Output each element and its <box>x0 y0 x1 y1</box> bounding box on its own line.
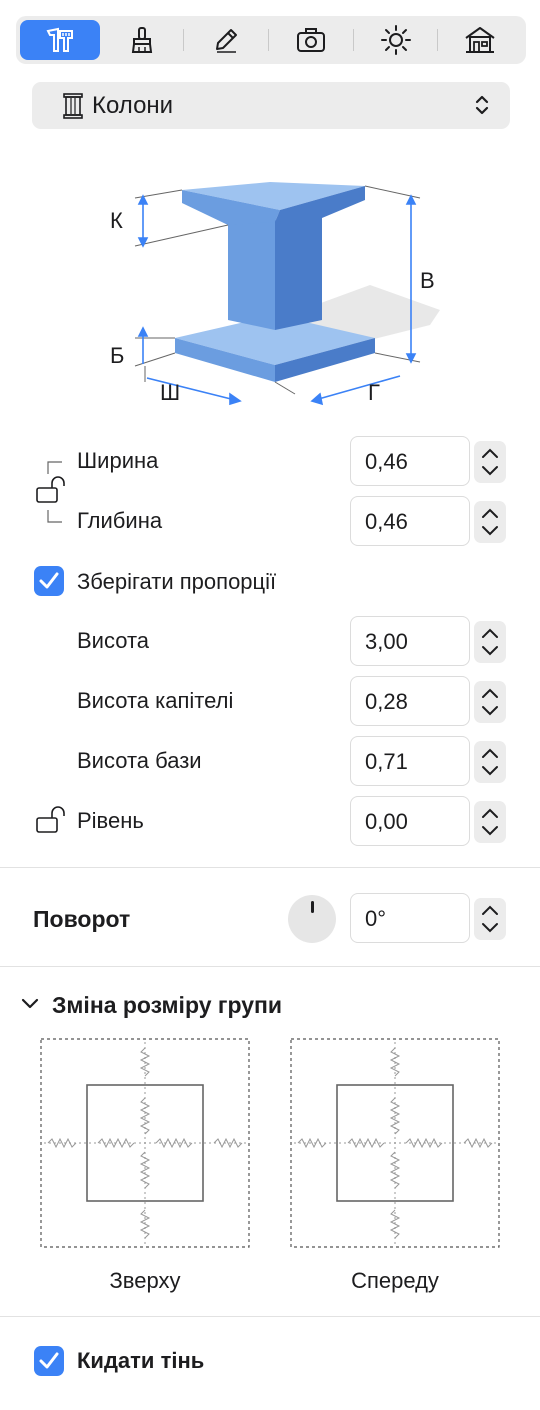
stepper-down-icon[interactable] <box>480 765 500 777</box>
height-stepper[interactable] <box>474 621 506 663</box>
column-shaft-right <box>275 215 322 330</box>
building-icon <box>465 27 495 53</box>
stepper-up-icon[interactable] <box>480 507 500 519</box>
diagram-label-height: В <box>420 268 435 293</box>
stepper-down-icon[interactable] <box>480 525 500 537</box>
resize-front-caption: Спереду <box>351 1268 439 1293</box>
capital-height-stepper[interactable] <box>474 681 506 723</box>
level-stepper[interactable] <box>474 801 506 843</box>
object-type-label: Колони <box>92 91 174 119</box>
tab-camera[interactable] <box>269 20 353 60</box>
rotation-row: 0° <box>0 893 540 943</box>
stepper-down-icon[interactable] <box>480 645 500 657</box>
height-field[interactable]: 3,00 <box>350 616 470 666</box>
stepper-up-icon[interactable] <box>480 747 500 759</box>
capital-height-label: Висота капітелі <box>77 688 234 713</box>
tab-edit[interactable] <box>184 20 268 60</box>
checkmark-icon <box>39 1352 59 1369</box>
capital-height-field[interactable]: 0,28 <box>350 676 470 726</box>
tab-dimensions[interactable] <box>20 20 100 60</box>
stepper-down-icon[interactable] <box>480 825 500 837</box>
base-height-field[interactable]: 0,71 <box>350 736 470 786</box>
group-resize-title[interactable]: Зміна розміру групи <box>52 992 282 1019</box>
depth-label: Глибина <box>77 508 163 533</box>
tab-materials[interactable] <box>100 20 184 60</box>
diagram-label-capital: К <box>110 208 123 233</box>
keep-proportions-checkbox[interactable] <box>34 566 64 596</box>
diagram-label-base: Б <box>110 343 125 368</box>
stepper-up-icon[interactable] <box>480 807 500 819</box>
object-type-popup[interactable]: Колони <box>32 82 510 129</box>
resize-front-view[interactable] <box>290 1038 500 1248</box>
diagram-label-depth: Г <box>368 380 380 405</box>
camera-icon <box>296 28 325 52</box>
stepper-down-icon[interactable] <box>480 922 500 934</box>
stepper-up-icon[interactable] <box>480 627 500 639</box>
base-height-row: Висота бази 0,71 <box>0 736 540 786</box>
stepper-up-icon[interactable] <box>480 687 500 699</box>
stepper-down-icon[interactable] <box>480 465 500 477</box>
diagram-label-width: Ш <box>160 380 181 405</box>
toolbar-tabs <box>16 16 526 64</box>
width-label: Ширина <box>77 448 159 473</box>
stepper-down-icon[interactable] <box>480 705 500 717</box>
cast-shadow-checkbox[interactable] <box>34 1346 64 1376</box>
height-label: Висота <box>77 628 150 653</box>
capital-height-row: Висота капітелі 0,28 <box>0 676 540 726</box>
divider <box>0 1316 540 1317</box>
brush-icon <box>131 27 152 53</box>
chevron-updown-icon <box>475 95 489 115</box>
rotation-field[interactable]: 0° <box>350 893 470 943</box>
resize-top-view[interactable] <box>40 1038 250 1248</box>
column-diagram <box>134 182 440 406</box>
checkmark-icon <box>39 572 59 589</box>
tab-building[interactable] <box>438 20 522 60</box>
chevron-down-icon[interactable] <box>20 996 40 1012</box>
depth-stepper[interactable] <box>474 501 506 543</box>
unlocked-padlock-icon[interactable] <box>36 806 70 836</box>
sun-icon <box>380 25 411 55</box>
keep-proportions-label: Зберігати пропорції <box>77 569 277 594</box>
width-row: Ширина 0,46 <box>0 436 540 486</box>
level-label: Рівень <box>77 808 144 833</box>
resize-top-caption: Зверху <box>109 1268 181 1293</box>
level-field[interactable]: 0,00 <box>350 796 470 846</box>
stepper-up-icon[interactable] <box>480 904 500 916</box>
pencil-icon <box>216 29 238 53</box>
tab-lighting[interactable] <box>354 20 438 60</box>
width-stepper[interactable] <box>474 441 506 483</box>
width-field[interactable]: 0,46 <box>350 436 470 486</box>
base-height-label: Висота бази <box>77 748 202 773</box>
divider <box>0 867 540 868</box>
column-icon <box>63 93 83 119</box>
depth-field[interactable]: 0,46 <box>350 496 470 546</box>
depth-row: Глибина 0,46 <box>0 496 540 546</box>
stepper-up-icon[interactable] <box>480 447 500 459</box>
divider <box>0 966 540 967</box>
height-row: Висота 3,00 <box>0 616 540 666</box>
base-height-stepper[interactable] <box>474 741 506 783</box>
cast-shadow-label: Кидати тінь <box>77 1348 205 1373</box>
level-row: Рівень 0,00 <box>0 796 540 846</box>
rotation-stepper[interactable] <box>474 898 506 940</box>
dimensions-icon <box>46 27 73 52</box>
column-shaft-left <box>228 215 275 330</box>
